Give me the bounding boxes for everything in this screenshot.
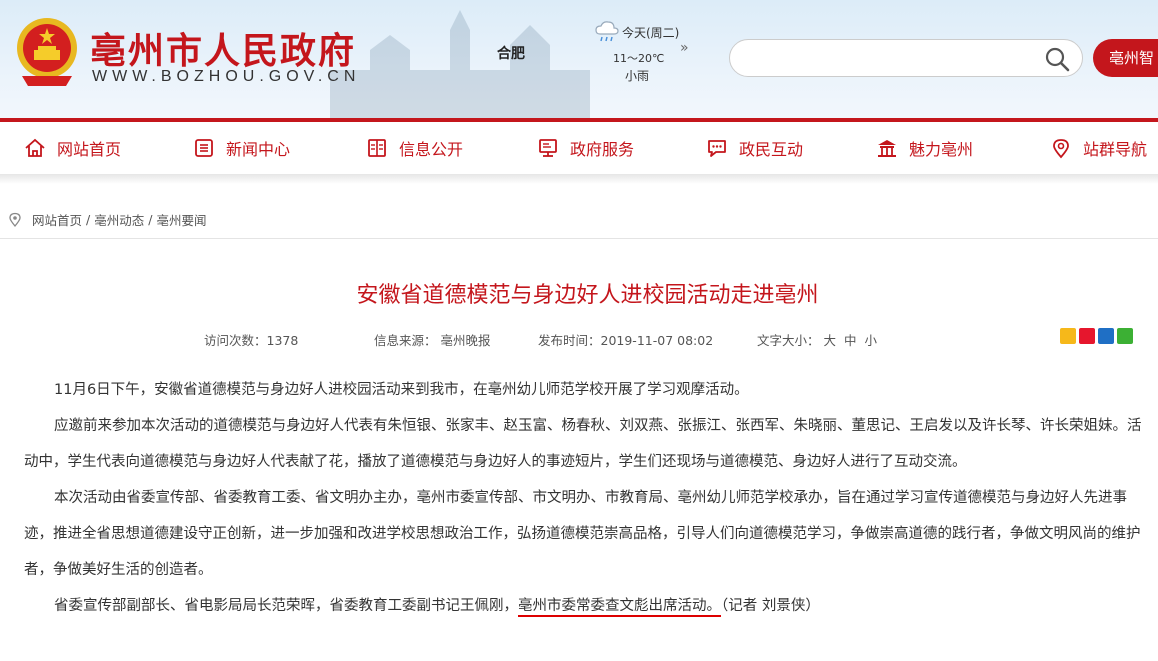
share-bar [1060, 328, 1133, 344]
wechat-icon[interactable] [1117, 328, 1133, 344]
underlined-highlight: 亳州市委常委查文彪出席活动。 [518, 598, 721, 617]
publish-time: 发布时间：2019-11-07 08:02 [538, 333, 714, 348]
breadcrumb-home[interactable]: 网站首页 [32, 210, 82, 229]
breadcrumb-separator: / [148, 212, 153, 227]
weibo-icon[interactable] [1079, 328, 1095, 344]
article-paragraph-last: 省委宣传部副部长、省电影局局长范荣晖，省委教育工委副书记王佩刚，亳州市委常委查文… [24, 588, 1148, 624]
font-size-label: 文字大小： [757, 333, 820, 348]
nav-label: 站群导航 [1083, 140, 1148, 159]
nav-label: 政民互动 [739, 140, 804, 159]
weather-more-link[interactable]: » [680, 40, 689, 56]
qzone-icon[interactable] [1060, 328, 1076, 344]
article-paragraph: 11月6日下午，安徽省道德模范与身边好人进校园活动来到我市，在亳州幼儿师范学校开… [54, 382, 749, 398]
renren-icon[interactable] [1098, 328, 1114, 344]
breadcrumb-bozhou-news[interactable]: 亳州动态 [94, 210, 144, 229]
chat-icon [708, 140, 726, 157]
site-header: 亳州市人民政府 WWW.BOZHOU.GOV.CN 合肥 今天(周二) 11～2… [0, 0, 1158, 118]
search-box [729, 39, 1083, 77]
pavilion-icon [878, 140, 896, 157]
news-icon [195, 139, 213, 157]
national-emblem-icon [17, 18, 77, 86]
search-icon[interactable] [1044, 46, 1070, 72]
info-source: 信息来源： 亳州晚报 [374, 333, 491, 348]
nav-label: 政府服务 [570, 140, 635, 159]
nav-item-interaction[interactable]: 政民互动 [706, 122, 803, 174]
book-icon [368, 139, 386, 157]
weather-city: 合肥 [497, 46, 525, 62]
home-icon [25, 138, 45, 157]
font-size-control: 文字大小： 大 中 小 [757, 330, 881, 349]
nav-label: 网站首页 [57, 140, 122, 159]
paragraph-text: 省委宣传部副部长、省电影局局长范荣晖，省委教育工委副书记王佩刚， [54, 598, 518, 614]
font-size-small[interactable]: 小 [865, 333, 878, 348]
nav-item-gov-service[interactable]: 政府服务 [537, 122, 634, 174]
font-size-large[interactable]: 大 [824, 333, 837, 348]
reporter-credit: （记者 刘景侠） [721, 598, 820, 614]
nav-item-news[interactable]: 新闻中心 [193, 122, 290, 174]
article-body: 11月6日下午，安徽省道德模范与身边好人进校园活动来到我市，在亳州幼儿师范学校开… [24, 372, 1148, 624]
font-size-options: 大 中 小 [824, 333, 882, 348]
site-url: WWW.BOZHOU.GOV.CN [92, 68, 361, 85]
nav-label: 魅力亳州 [909, 140, 974, 159]
bozhou-smart-button[interactable]: 亳州智 [1093, 39, 1158, 77]
visit-count: 访问次数：1378 [204, 333, 299, 348]
weather-temperature: 11～20℃ [613, 52, 665, 65]
article-meta: 访问次数：1378 信息来源： 亳州晚报 发布时间：2019-11-07 08:… [0, 330, 1158, 348]
breadcrumb-divider [0, 238, 1158, 239]
font-size-medium[interactable]: 中 [844, 333, 857, 348]
city-skyline-decoration [330, 10, 590, 118]
article-title: 安徽省道德模范与身边好人进校园活动走进亳州 [356, 283, 819, 308]
breadcrumb-headlines[interactable]: 亳州要闻 [156, 210, 206, 229]
service-icon [539, 139, 557, 157]
weather-condition: 小雨 [625, 69, 650, 83]
rain-cloud-icon [595, 21, 619, 42]
weather-day: 今天(周二) [622, 26, 680, 40]
search-input[interactable] [744, 46, 1028, 72]
nav-item-home[interactable]: 网站首页 [24, 122, 121, 174]
article-paragraph: 应邀前来参加本次活动的道德模范与身边好人代表有朱恒银、张家丰、赵玉富、杨春秋、刘… [24, 418, 1142, 470]
breadcrumb: 网站首页 / 亳州动态 / 亳州要闻 [8, 210, 206, 229]
nav-item-charm-bozhou[interactable]: 魅力亳州 [876, 122, 973, 174]
site-name[interactable]: 亳州市人民政府 [90, 22, 356, 74]
nav-item-site-group[interactable]: 站群导航 [1050, 122, 1147, 174]
main-nav: 网站首页 新闻中心 信息公开 政府服务 政民互动 魅力亳州 站群导航 [0, 122, 1158, 174]
breadcrumb-separator: / [86, 212, 91, 227]
nav-item-info-disclosure[interactable]: 信息公开 [366, 122, 463, 174]
nav-label: 信息公开 [399, 140, 464, 159]
nav-shadow [0, 174, 1158, 184]
location-pin-icon [9, 212, 21, 227]
nav-label: 新闻中心 [226, 140, 291, 159]
article-paragraph: 本次活动由省委宣传部、省委教育工委、省文明办主办，亳州市委宣传部、市文明办、市教… [24, 490, 1141, 578]
location-pin-icon [1053, 139, 1069, 159]
